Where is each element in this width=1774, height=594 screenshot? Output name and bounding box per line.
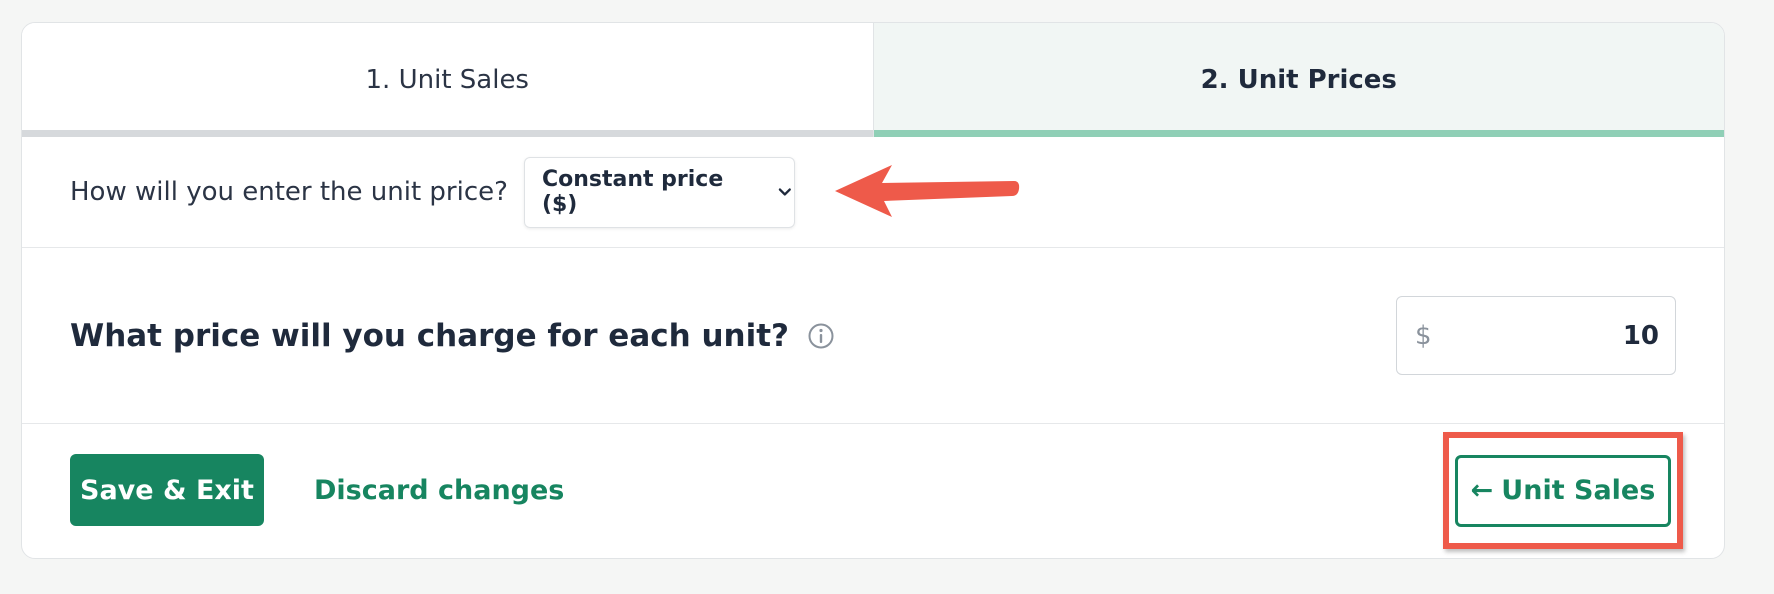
tab-progress-bar (22, 130, 873, 137)
price-method-selected: Constant price ($) (541, 167, 724, 217)
tab-unit-sales-label: 1. Unit Sales (365, 65, 529, 95)
back-unit-sales-button[interactable]: ← Unit Sales (1455, 454, 1671, 527)
unit-price-question-wrap: What price will you charge for each unit… (70, 318, 835, 354)
price-method-question: How will you enter the unit price? (70, 177, 508, 207)
form-actions: Save & Exit Discard changes ← Unit Sales (22, 424, 1724, 556)
back-unit-sales-label: Unit Sales (1501, 475, 1656, 506)
tab-active-bar (873, 130, 1724, 137)
left-arrow-icon: ← (1470, 475, 1494, 506)
tab-unit-sales[interactable]: 1. Unit Sales (22, 23, 873, 137)
tab-unit-prices-label: 2. Unit Prices (1200, 65, 1397, 95)
unit-price-value: 10 (1622, 320, 1659, 351)
info-icon[interactable] (807, 322, 835, 350)
unit-price-input[interactable]: $ 10 (1396, 296, 1676, 375)
currency-symbol: $ (1415, 320, 1432, 351)
price-method-row: How will you enter the unit price? Const… (22, 137, 1724, 248)
annotation-highlight-box: ← Unit Sales (1443, 432, 1683, 549)
unit-price-question: What price will you charge for each unit… (70, 317, 790, 354)
step-tabs: 1. Unit Sales 2. Unit Prices (22, 23, 1724, 137)
tab-unit-prices[interactable]: 2. Unit Prices (872, 23, 1724, 137)
discard-changes-link[interactable]: Discard changes (314, 475, 564, 506)
unit-price-row: What price will you charge for each unit… (22, 248, 1724, 424)
price-method-select[interactable]: Constant price ($) (523, 156, 795, 228)
save-exit-button[interactable]: Save & Exit (70, 454, 264, 526)
chevron-down-icon (779, 188, 792, 196)
unit-prices-card: 1. Unit Sales 2. Unit Prices How will yo… (21, 22, 1725, 559)
annotation-arrow-icon (835, 165, 1020, 217)
